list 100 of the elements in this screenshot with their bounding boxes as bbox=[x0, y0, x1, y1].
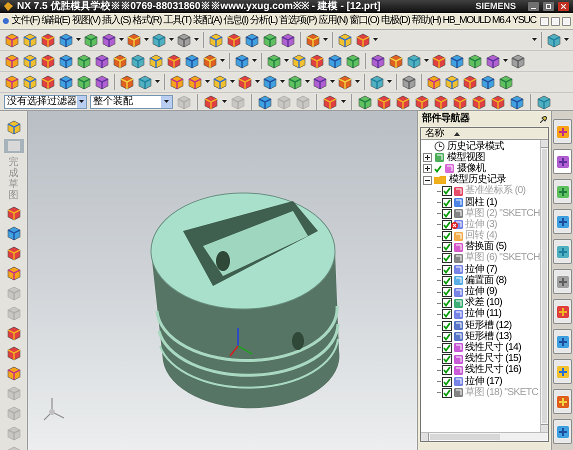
menu-item[interactable]: 电极(D) bbox=[380, 16, 410, 26]
type-filter-dropdown[interactable]: 没有选择过滤器 bbox=[4, 94, 87, 108]
menu-item[interactable]: 首选项(P) bbox=[279, 16, 316, 26]
caret-icon[interactable] bbox=[355, 80, 360, 84]
tree-node[interactable]: 模型历史记录 bbox=[421, 174, 540, 186]
feature-node[interactable]: 线性尺寸 (14) bbox=[421, 342, 540, 354]
tool-icon[interactable] bbox=[452, 94, 468, 110]
tool-icon[interactable] bbox=[184, 53, 200, 69]
tool-icon[interactable] bbox=[112, 53, 128, 69]
visibility-checkbox[interactable] bbox=[442, 276, 452, 286]
caret-icon[interactable] bbox=[341, 100, 346, 104]
tool-icon[interactable] bbox=[4, 53, 20, 69]
tool-icon[interactable] bbox=[480, 74, 496, 90]
tool-icon[interactable] bbox=[490, 94, 506, 110]
menu-item[interactable]: 应用(N) bbox=[318, 16, 348, 26]
visibility-checkbox[interactable] bbox=[442, 320, 452, 331]
tool-icon[interactable] bbox=[462, 74, 478, 90]
tool-icon[interactable] bbox=[262, 74, 278, 90]
tool-icon[interactable] bbox=[280, 32, 296, 48]
visibility-checkbox[interactable] bbox=[442, 231, 452, 242]
tool-icon[interactable] bbox=[6, 325, 22, 341]
column-header[interactable]: 名称 bbox=[421, 128, 548, 140]
tool-icon[interactable] bbox=[370, 53, 386, 69]
tool-icon[interactable] bbox=[4, 74, 20, 90]
tool-icon[interactable] bbox=[337, 74, 353, 90]
tool-icon[interactable] bbox=[401, 74, 417, 90]
tool-icon[interactable] bbox=[4, 32, 20, 48]
tool-icon[interactable] bbox=[312, 74, 328, 90]
tool-icon[interactable] bbox=[510, 53, 526, 69]
tool-icon[interactable] bbox=[471, 94, 487, 110]
tool-icon[interactable] bbox=[426, 74, 442, 90]
resource-tab[interactable] bbox=[553, 119, 572, 144]
tool-icon[interactable] bbox=[234, 53, 250, 69]
caret-icon[interactable] bbox=[284, 59, 289, 63]
tool-icon[interactable] bbox=[266, 53, 282, 69]
caret-icon[interactable] bbox=[164, 100, 169, 104]
feature-node[interactable]: 替换面 (5) bbox=[421, 242, 540, 253]
caret-icon[interactable] bbox=[424, 59, 429, 63]
resource-tab[interactable] bbox=[553, 419, 572, 444]
tool-icon[interactable] bbox=[355, 32, 371, 48]
caret-icon[interactable] bbox=[323, 38, 328, 42]
tool-icon[interactable] bbox=[6, 119, 22, 135]
resource-tab[interactable] bbox=[553, 329, 572, 354]
tool-icon[interactable] bbox=[6, 205, 22, 221]
tool-icon[interactable] bbox=[244, 32, 260, 48]
visibility-checkbox[interactable] bbox=[442, 365, 452, 376]
caret-icon[interactable] bbox=[79, 100, 84, 104]
tool-icon[interactable] bbox=[83, 32, 99, 48]
tool-icon[interactable] bbox=[40, 53, 56, 69]
tool-icon[interactable] bbox=[202, 53, 218, 69]
tool-icon[interactable] bbox=[327, 53, 343, 69]
visibility-checkbox[interactable] bbox=[442, 208, 452, 219]
menu-item[interactable]: 文件(F) bbox=[12, 16, 40, 26]
tool-icon[interactable] bbox=[40, 32, 56, 48]
horizontal-scrollbar[interactable] bbox=[421, 432, 548, 441]
menu-item[interactable]: 信息(I) bbox=[223, 16, 248, 26]
tool-icon[interactable] bbox=[58, 32, 74, 48]
tree-node[interactable]: 历史记录模式 bbox=[421, 141, 540, 152]
document-close-button[interactable] bbox=[562, 16, 571, 26]
menu-item[interactable]: 视图(V) bbox=[72, 16, 100, 26]
tree-node[interactable]: 模型视图 bbox=[421, 152, 540, 164]
scope-dropdown[interactable]: 整个装配 bbox=[90, 94, 173, 108]
visibility-checkbox[interactable] bbox=[442, 309, 452, 320]
caret-icon[interactable] bbox=[222, 100, 227, 104]
document-restore-button[interactable] bbox=[551, 16, 560, 26]
visibility-checkbox[interactable] bbox=[442, 342, 452, 353]
tool-icon[interactable] bbox=[130, 53, 146, 69]
feature-node[interactable]: 矩形槽 (12) bbox=[421, 320, 540, 332]
tool-icon[interactable] bbox=[169, 74, 185, 90]
caret-icon[interactable] bbox=[76, 38, 81, 42]
feature-node[interactable]: 拉伸 (17) bbox=[421, 376, 540, 388]
tool-icon[interactable] bbox=[433, 94, 449, 110]
menu-item[interactable]: 分析(L) bbox=[250, 16, 278, 26]
tool-icon[interactable] bbox=[137, 74, 153, 90]
caret-icon[interactable] bbox=[169, 38, 174, 42]
tool-icon[interactable] bbox=[376, 94, 392, 110]
visibility-checkbox[interactable] bbox=[442, 253, 452, 264]
tool-icon[interactable] bbox=[203, 94, 219, 110]
tool-icon[interactable] bbox=[76, 53, 92, 69]
caret-icon[interactable] bbox=[330, 80, 335, 84]
caret-icon[interactable] bbox=[194, 38, 199, 42]
feature-node[interactable]: 矩形槽 (13) bbox=[421, 331, 540, 342]
caret-icon[interactable] bbox=[119, 38, 124, 42]
menu-item[interactable]: YSUC bbox=[512, 16, 536, 26]
caret-icon[interactable] bbox=[252, 59, 257, 63]
tool-icon[interactable] bbox=[369, 74, 385, 90]
tree-node[interactable]: 摄像机 bbox=[421, 163, 540, 175]
tool-icon[interactable] bbox=[151, 32, 167, 48]
resource-tab[interactable] bbox=[553, 269, 572, 294]
close-button[interactable] bbox=[558, 2, 569, 11]
feature-node[interactable]: 线性尺寸 (15) bbox=[421, 354, 540, 365]
maximize-button[interactable] bbox=[543, 2, 554, 11]
feature-node[interactable]: 拉伸 (11) bbox=[421, 308, 540, 320]
menu-item[interactable]: 格式(R) bbox=[132, 16, 162, 26]
menu-item[interactable]: 窗口(O) bbox=[349, 16, 379, 26]
tool-icon[interactable] bbox=[449, 53, 465, 69]
menu-item[interactable]: HB_MOULD M6.4 bbox=[442, 16, 510, 26]
feature-node[interactable]: 线性尺寸 (16) bbox=[421, 364, 540, 376]
tool-icon[interactable] bbox=[40, 74, 56, 90]
tool-icon[interactable] bbox=[76, 74, 92, 90]
